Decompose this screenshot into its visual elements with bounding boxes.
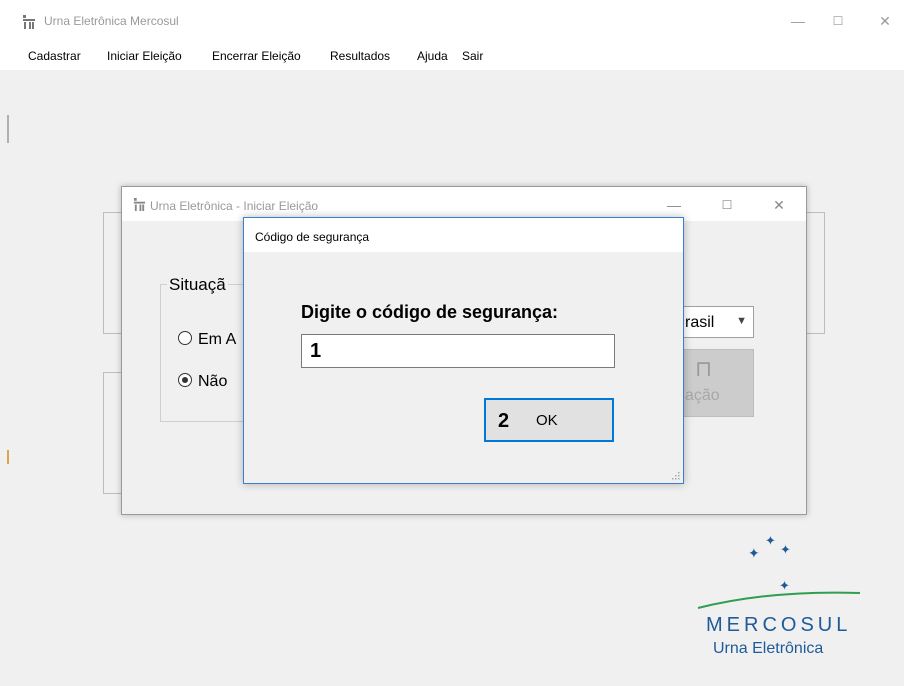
country-select[interactable]: rasil ▼ — [682, 306, 754, 338]
logo-subtitle: Urna Eletrônica — [713, 640, 824, 657]
country-select-value: rasil — [685, 314, 715, 331]
star-icon: ✦ — [748, 546, 760, 562]
radio-label: Em A — [198, 331, 237, 348]
menu-cadastrar[interactable]: Cadastrar — [28, 49, 81, 63]
star-icon: ✦ — [765, 534, 776, 549]
resize-grip-icon[interactable] — [672, 472, 680, 480]
minimize-button[interactable]: — — [783, 6, 813, 36]
menu-encerrar-eleicao[interactable]: Encerrar Eleição — [212, 49, 301, 63]
ok-button-label: OK — [536, 412, 558, 429]
green-arc — [697, 591, 861, 609]
radio-em-andamento[interactable]: Em A — [178, 331, 236, 349]
dialog-maximize-button[interactable]: ☐ — [712, 191, 742, 219]
situacao-group-label: Situaçã — [167, 275, 228, 295]
radio-label: Não — [198, 373, 228, 390]
iniciar-votacao-button[interactable]: ⊓ ação — [682, 349, 754, 417]
star-icon: ✦ — [779, 579, 790, 594]
ok-step-number: 2 — [498, 410, 510, 432]
ballot-box-icon: ⊓ — [695, 356, 713, 381]
dialog-close-button[interactable]: ✕ — [764, 191, 794, 219]
security-code-prompt: Digite o código de segurança: — [301, 302, 559, 322]
window-title: Urna Eletrônica Mercosul — [44, 14, 179, 28]
menu-ajuda[interactable]: Ajuda — [417, 49, 448, 63]
edge-mark — [7, 450, 9, 464]
security-code-dialog: Código de segurança Digite o código de s… — [243, 217, 684, 484]
ballot-box-icon — [23, 15, 35, 29]
radio-nao-iniciada[interactable]: Não — [178, 373, 227, 391]
ballot-box-icon — [133, 198, 146, 211]
edge-mark — [7, 115, 9, 143]
security-dialog-title-bar: Código de segurança — [244, 218, 683, 252]
menu-sair[interactable]: Sair — [462, 49, 483, 63]
close-button[interactable]: ✕ — [870, 6, 900, 36]
dialog-minimize-button[interactable]: — — [659, 191, 689, 219]
chevron-down-icon: ▼ — [736, 315, 747, 327]
logo-wordmark: MERCOSUL — [706, 614, 852, 636]
radio-unchecked-icon — [178, 331, 192, 345]
iniciar-votacao-label: ação — [685, 387, 720, 404]
security-code-input[interactable] — [301, 334, 615, 368]
dialog-title: Urna Eletrônica - Iniciar Eleição — [150, 199, 319, 213]
dialog-title-bar: Urna Eletrônica - Iniciar Eleição — ☐ ✕ — [122, 187, 806, 221]
star-icon: ✦ — [780, 543, 791, 558]
menu-iniciar-eleicao[interactable]: Iniciar Eleição — [107, 49, 182, 63]
ok-button[interactable]: 2 OK — [484, 398, 614, 442]
main-window: Urna Eletrônica Mercosul — ☐ ✕ Cadastrar… — [0, 0, 904, 686]
security-dialog-title: Código de segurança — [255, 230, 370, 244]
menu-bar: Cadastrar Iniciar Eleição Encerrar Eleiç… — [0, 44, 904, 70]
title-bar: Urna Eletrônica Mercosul — ☐ ✕ — [0, 0, 904, 44]
radio-checked-icon — [178, 373, 192, 387]
menu-resultados[interactable]: Resultados — [330, 49, 390, 63]
maximize-button[interactable]: ☐ — [823, 6, 853, 36]
